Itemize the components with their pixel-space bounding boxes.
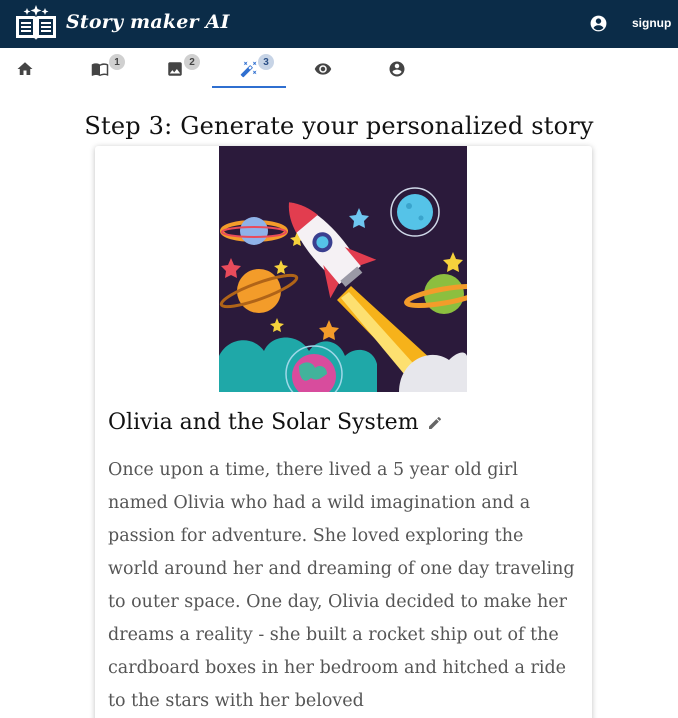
step-badge: 1 <box>109 54 125 70</box>
step-tabs: 1 2 3 <box>0 48 678 92</box>
account-circle-icon[interactable] <box>589 14 608 33</box>
step-badge: 3 <box>258 54 274 70</box>
tab-account[interactable] <box>360 48 434 90</box>
active-tab-indicator <box>212 86 286 88</box>
eye-icon <box>314 63 332 75</box>
tab-book[interactable]: 1 <box>63 48 137 90</box>
story-illustration <box>219 146 467 392</box>
account-circle-icon <box>389 61 405 77</box>
tab-generate[interactable]: 3 <box>212 48 286 90</box>
story-title: Olivia and the Solar System <box>108 410 443 435</box>
story-text: Once upon a time, there lived a 5 year o… <box>108 460 575 711</box>
tab-home[interactable] <box>0 48 62 90</box>
signup-link[interactable]: signup <box>632 16 671 30</box>
tab-preview[interactable] <box>286 48 360 90</box>
story-title-text: Olivia and the Solar System <box>108 410 419 435</box>
magic-wand-icon <box>240 61 257 78</box>
home-icon <box>17 62 33 75</box>
step-badge: 2 <box>184 54 200 70</box>
book-icon <box>91 63 109 77</box>
app-bar: Story maker AI signup <box>0 0 678 48</box>
brand-name: Story maker AI <box>66 11 230 33</box>
story-card: Olivia and the Solar System Once upon a … <box>95 146 592 718</box>
pencil-icon[interactable] <box>427 415 443 431</box>
page-title: Step 3: Generate your personalized story <box>84 112 594 140</box>
tab-image[interactable]: 2 <box>138 48 212 90</box>
open-book-sparkles-icon[interactable] <box>12 4 60 42</box>
image-icon <box>168 62 182 76</box>
